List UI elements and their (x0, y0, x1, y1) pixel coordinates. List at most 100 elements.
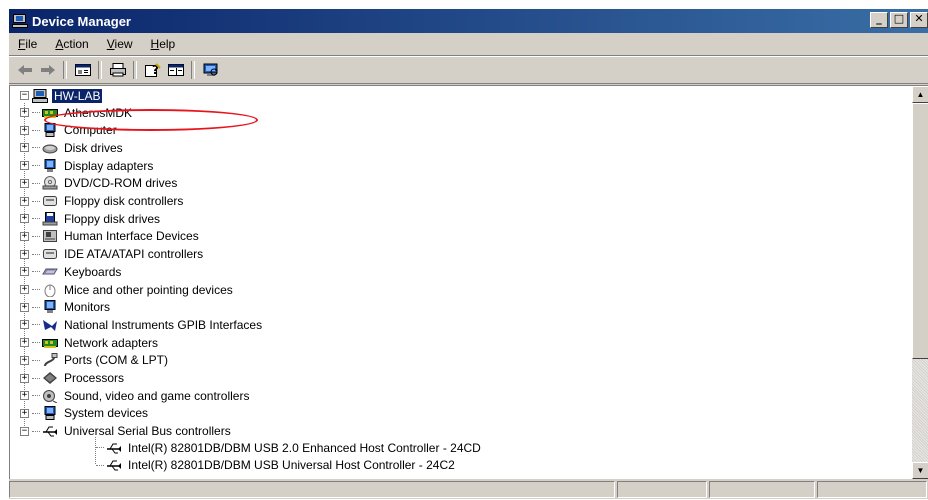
monitor-icon (42, 300, 58, 314)
tree-category[interactable]: + Processors (20, 370, 126, 387)
computer-icon (32, 88, 48, 103)
expand-icon[interactable]: + (20, 214, 29, 224)
expand-icon[interactable]: + (20, 391, 29, 401)
tree-category[interactable]: + DVD/CD-ROM drives (20, 175, 179, 192)
category-label: Floppy disk controllers (64, 194, 184, 208)
expand-icon[interactable]: + (20, 338, 29, 348)
expand-icon[interactable]: + (20, 143, 29, 153)
print-icon[interactable] (106, 60, 129, 80)
device-manager-icon (12, 14, 28, 28)
tree-category[interactable]: + Human Interface Devices (20, 228, 201, 245)
device-label: Intel(R) 82801DB/DBM USB Universal Host … (128, 458, 455, 473)
category-label: DVD/CD-ROM drives (64, 176, 178, 191)
expand-icon[interactable]: + (20, 125, 29, 135)
tree-connector (32, 165, 40, 167)
menu-file[interactable]: File (9, 37, 46, 51)
tree-root[interactable]: − HW-LAB (20, 87, 103, 104)
network-adapter-icon (42, 336, 58, 350)
tree-category[interactable]: + Floppy disk drives (20, 210, 162, 227)
expand-icon[interactable]: + (20, 285, 29, 294)
tree-connector (32, 182, 40, 184)
minimize-button[interactable]: _ (870, 12, 888, 28)
port-icon (42, 353, 58, 367)
collapse-icon[interactable]: − (20, 426, 29, 436)
expand-icon[interactable]: + (20, 302, 29, 312)
tree-connector (32, 218, 40, 220)
disk-drive-icon (42, 141, 58, 155)
menu-action[interactable]: Action (46, 37, 97, 51)
tree-category[interactable]: + Network adapters (20, 334, 160, 351)
expand-icon[interactable]: + (20, 108, 29, 117)
category-label: Sound, video and game controllers (64, 388, 250, 403)
tree-category[interactable]: + Keyboards (20, 263, 123, 280)
scroll-thumb[interactable] (912, 103, 928, 359)
tree-category[interactable]: + National Instruments GPIB Interfaces (20, 316, 264, 333)
display-adapter-icon (42, 158, 58, 173)
collapse-icon[interactable]: − (20, 91, 29, 100)
tree-connector (32, 359, 40, 361)
vertical-scrollbar[interactable]: ▲ ▼ (912, 86, 928, 479)
scroll-up-button[interactable]: ▲ (912, 86, 928, 103)
tree-connector (32, 324, 40, 326)
computer-name-label: HW-LAB (52, 88, 103, 103)
usb-icon (42, 424, 58, 438)
help-icon[interactable]: ? (141, 60, 164, 80)
scroll-down-button[interactable]: ▼ (912, 462, 928, 479)
menu-view[interactable]: View (98, 37, 142, 51)
tree-category[interactable]: + Mice and other pointing devices (20, 281, 235, 298)
expand-icon[interactable]: + (20, 161, 29, 171)
device-tree-pane: − HW-LAB + AtherosMDK + Computer + Disk drive… (9, 85, 928, 479)
status-bar (9, 481, 928, 500)
status-panel-2 (617, 481, 707, 498)
category-label: Keyboards (64, 264, 122, 279)
tree-category[interactable]: + Disk drives (20, 139, 125, 156)
expand-icon[interactable]: + (20, 373, 29, 383)
usb-controller-item[interactable]: Intel(R) 82801DB/DBM USB Universal Host … (96, 457, 457, 474)
tree-category[interactable]: + Floppy disk controllers (20, 193, 185, 210)
expand-icon[interactable]: + (20, 196, 29, 206)
toolbar-separator (191, 61, 195, 79)
show-hide-icon[interactable] (164, 60, 187, 80)
usb-icon (106, 458, 122, 472)
expand-icon[interactable]: + (20, 320, 29, 330)
close-button[interactable]: ✕ (910, 12, 928, 28)
tree-category[interactable]: + System devices (20, 405, 150, 422)
tree-connector (32, 377, 40, 379)
toolbar-separator (63, 61, 67, 79)
category-label: Display adapters (64, 158, 154, 173)
properties-icon[interactable] (71, 60, 94, 80)
tree-connector (96, 447, 104, 448)
forward-arrow-icon[interactable] (36, 60, 59, 80)
usb-controller-item[interactable]: Intel(R) 82801DB/DBM USB 2.0 Enhanced Ho… (96, 439, 483, 456)
expand-icon[interactable]: + (20, 178, 29, 188)
status-panel-main (9, 481, 615, 498)
device-tree[interactable]: − HW-LAB + AtherosMDK + Computer + Disk drive… (10, 86, 912, 479)
tree-category[interactable]: + Monitors (20, 299, 112, 316)
window-title: Device Manager (32, 13, 131, 29)
category-label: Floppy disk drives (64, 211, 161, 226)
tree-category[interactable]: + Sound, video and game controllers (20, 387, 251, 404)
category-label: Processors (64, 371, 125, 385)
highlight-annotation-ellipse (44, 109, 258, 131)
category-label: Network adapters (64, 335, 159, 350)
mouse-icon (42, 283, 58, 297)
expand-icon[interactable]: + (20, 231, 29, 241)
scan-hardware-icon[interactable] (199, 60, 222, 80)
category-label: Universal Serial Bus controllers (64, 424, 231, 439)
expand-icon[interactable]: + (20, 355, 29, 365)
category-label: Mice and other pointing devices (64, 282, 233, 297)
keyboard-icon (42, 265, 58, 279)
maximize-button[interactable]: □ (890, 12, 908, 28)
expand-icon[interactable]: + (20, 249, 29, 259)
expand-icon[interactable]: + (20, 267, 29, 277)
toolbar-separator (98, 61, 102, 79)
tree-category[interactable]: − Universal Serial Bus controllers (20, 423, 233, 440)
menu-help[interactable]: Help (142, 37, 185, 51)
tree-category[interactable]: + IDE ATA/ATAPI controllers (20, 246, 205, 263)
computer-icon (42, 123, 58, 138)
title-bar[interactable]: Device Manager _ □ ✕ (9, 9, 928, 33)
expand-icon[interactable]: + (20, 408, 29, 418)
back-arrow-icon[interactable] (13, 60, 36, 80)
tree-category[interactable]: + Ports (COM & LPT) (20, 352, 170, 369)
tree-category[interactable]: + Display adapters (20, 157, 155, 174)
